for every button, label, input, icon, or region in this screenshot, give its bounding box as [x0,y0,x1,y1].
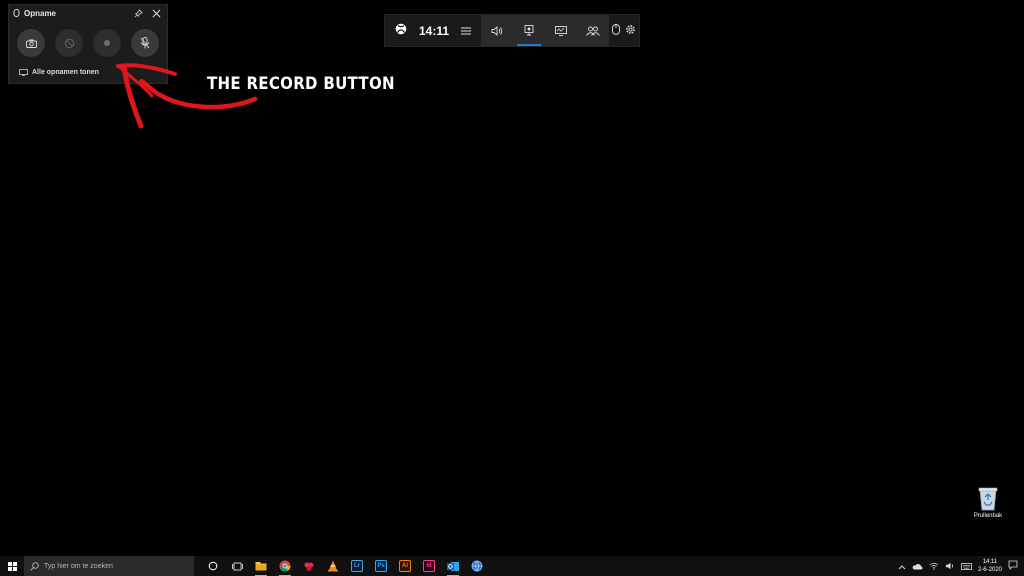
audio-button[interactable] [481,15,513,46]
taskbar-lightroom[interactable]: Lr [348,556,366,576]
taskbar-chrome[interactable] [276,556,294,576]
outlook-icon [447,561,459,571]
search-placeholder: Typ hier om te zoeken [44,562,113,570]
game-bar: 14:11 [384,14,640,47]
start-button[interactable] [0,556,24,576]
taskbar: Typ hier om te zoeken Lr Ps Ai Id 14:11 … [0,556,1024,576]
illustrator-icon: Ai [399,560,411,572]
task-view-icon [231,562,243,570]
cortana-button[interactable] [204,556,222,576]
notification-icon[interactable] [1008,557,1018,575]
audio-icon [491,25,503,36]
mouse-icon[interactable] [611,22,620,40]
annotation-arrow [116,63,258,129]
folder-icon [255,562,267,571]
taskbar-photoshop[interactable]: Ps [372,556,390,576]
settings-icon[interactable] [625,22,636,40]
gamebar-clock: 14:11 [418,23,449,38]
vlc-icon [328,560,338,572]
onedrive-icon[interactable] [912,557,923,575]
performance-button[interactable] [545,15,577,46]
taskbar-apps: Lr Ps Ai Id [204,556,486,576]
chevron-up-icon[interactable] [898,557,906,575]
lightroom-icon: Lr [351,560,363,572]
taskbar-clock[interactable]: 14:11 2-6-2020 [978,558,1002,574]
taskbar-file-explorer[interactable] [252,556,270,576]
taskbar-search[interactable]: Typ hier om te zoeken [24,556,194,576]
globe-icon [471,560,483,572]
recycle-bin-label: Prullenbak [973,513,1003,519]
performance-icon [555,25,567,36]
taskbar-date: 2-6-2020 [977,567,1002,573]
taskbar-vlc[interactable] [324,556,342,576]
taskbar-outlook[interactable] [444,556,462,576]
system-tray: 14:11 2-6-2020 [898,557,1024,575]
capture-toolbar-button[interactable] [513,15,545,46]
taskbar-time: 14:11 [982,559,998,565]
taskbar-globe[interactable] [468,556,486,576]
photoshop-icon: Ps [375,560,387,572]
capture-icon [524,25,534,36]
indesign-icon: Id [423,560,435,572]
xbox-social-button[interactable] [577,15,609,46]
search-icon [30,561,39,571]
xbox-icon[interactable] [395,22,407,40]
taskbar-illustrator[interactable]: Ai [396,556,414,576]
taskbar-paint[interactable] [300,556,318,576]
menu-icon[interactable] [460,22,471,40]
task-view-button[interactable] [228,556,246,576]
widget-toolbar [481,15,609,46]
keyboard-icon[interactable] [961,557,972,575]
chrome-icon [279,560,291,572]
recycle-bin-icon [978,487,998,511]
windows-icon [7,561,17,571]
annotation-label: THE RECORD BUTTON [207,73,395,94]
volume-icon[interactable] [945,557,955,575]
paint-icon [304,562,314,571]
taskbar-indesign[interactable]: Id [420,556,438,576]
recycle-bin[interactable]: Prullenbak [966,487,1010,519]
cortana-icon [208,561,218,571]
wifi-icon[interactable] [929,557,939,575]
xbox-social-icon [586,26,600,36]
